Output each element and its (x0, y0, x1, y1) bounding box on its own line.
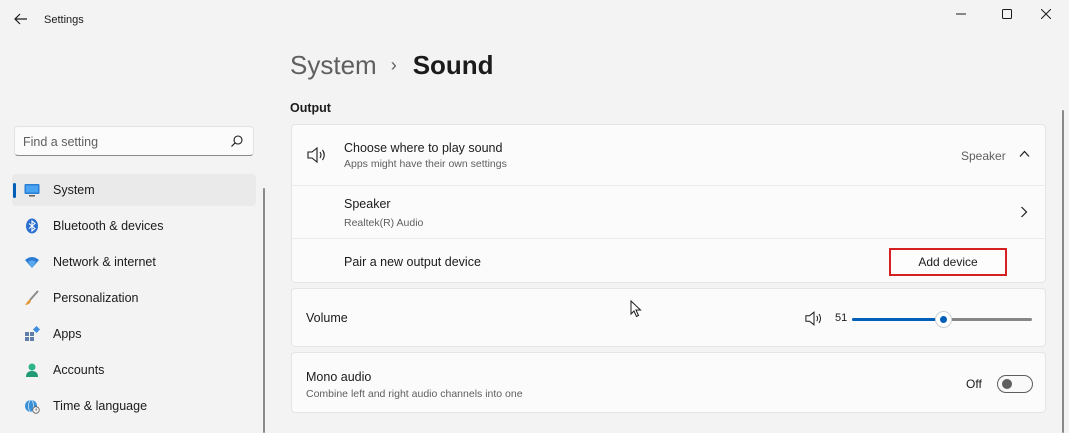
volume-slider-fill (852, 318, 944, 321)
content-scrollbar[interactable] (1062, 110, 1064, 433)
close-icon (1041, 9, 1051, 19)
selected-output-value: Speaker (961, 149, 1006, 163)
volume-slider[interactable] (852, 311, 1032, 328)
system-display-icon (24, 184, 40, 197)
page-title: Sound (412, 50, 494, 80)
sidebar-item-label: Bluetooth & devices (53, 219, 164, 233)
person-icon (26, 363, 38, 377)
output-section-title: Output (290, 101, 331, 115)
maximize-icon (1002, 9, 1012, 19)
sidebar-item-personalization[interactable]: Personalization (12, 282, 256, 314)
pair-device-row: Pair a new output device Add device (292, 239, 1045, 283)
bluetooth-icon (26, 218, 38, 234)
output-card: Choose where to play sound Apps might ha… (291, 124, 1046, 283)
back-button[interactable] (8, 6, 34, 32)
sidebar-item-apps[interactable]: Apps (12, 318, 256, 350)
minimize-icon (956, 13, 966, 15)
back-arrow-icon (14, 13, 27, 25)
search-icon[interactable] (230, 134, 244, 148)
speaker-icon (307, 147, 325, 163)
speaker-device-row[interactable]: Speaker Realtek(R) Audio (292, 186, 1045, 238)
breadcrumb-parent[interactable]: System (290, 50, 377, 81)
mouse-cursor-icon (630, 300, 642, 318)
breadcrumb-separator-icon: › (390, 55, 397, 75)
sidebar-scrollbar[interactable] (263, 188, 265, 433)
sidebar-item-label: Apps (53, 327, 82, 341)
speaker-device-title: Speaker (344, 197, 391, 211)
sidebar-item-time-language[interactable]: Time & language (12, 390, 256, 422)
sidebar-item-bluetooth[interactable]: Bluetooth & devices (12, 210, 256, 242)
apps-icon (25, 326, 40, 341)
chevron-up-icon[interactable] (1019, 150, 1030, 158)
chevron-right-icon[interactable] (1020, 206, 1028, 218)
close-button[interactable] (1023, 0, 1069, 28)
pair-device-title: Pair a new output device (344, 255, 481, 269)
mono-audio-toggle[interactable] (997, 375, 1033, 393)
sidebar-item-label: Personalization (53, 291, 139, 305)
sidebar-item-label: Network & internet (53, 255, 156, 269)
volume-value: 51 (835, 312, 848, 324)
mono-audio-title: Mono audio (306, 370, 372, 384)
add-device-button[interactable]: Add device (889, 248, 1007, 276)
volume-title: Volume (306, 311, 348, 325)
mono-audio-card: Mono audio Combine left and right audio … (291, 352, 1046, 413)
sidebar-item-network[interactable]: Network & internet (12, 246, 256, 278)
title-bar: Settings (0, 0, 1069, 40)
choose-output-title: Choose where to play sound (344, 141, 503, 155)
speaker-device-subtitle: Realtek(R) Audio (344, 217, 424, 229)
app-title: Settings (44, 14, 84, 26)
sidebar-item-system[interactable]: System (12, 174, 256, 206)
volume-speaker-icon[interactable] (805, 311, 823, 326)
search-box[interactable] (14, 126, 254, 156)
sidebar-item-label: System (53, 183, 95, 197)
volume-slider-thumb[interactable] (935, 311, 953, 328)
sidebar-item-accounts[interactable]: Accounts (12, 354, 256, 386)
brush-icon (25, 290, 39, 305)
globe-clock-icon (25, 399, 40, 414)
wifi-icon (25, 257, 39, 268)
sidebar-item-label: Accounts (53, 363, 105, 377)
mono-audio-state: Off (966, 377, 982, 391)
choose-output-subtitle: Apps might have their own settings (344, 158, 507, 170)
choose-output-row[interactable]: Choose where to play sound Apps might ha… (292, 125, 1045, 185)
sidebar-nav: System Bluetooth & devices Network & int… (12, 174, 256, 426)
volume-card: Volume 51 (291, 288, 1046, 347)
mono-audio-subtitle: Combine left and right audio channels in… (306, 388, 523, 400)
breadcrumb: System › Sound (290, 50, 494, 81)
search-input[interactable] (23, 133, 223, 151)
toggle-knob (1002, 379, 1012, 389)
minimize-button[interactable] (938, 0, 984, 28)
sidebar-item-label: Time & language (53, 399, 148, 413)
